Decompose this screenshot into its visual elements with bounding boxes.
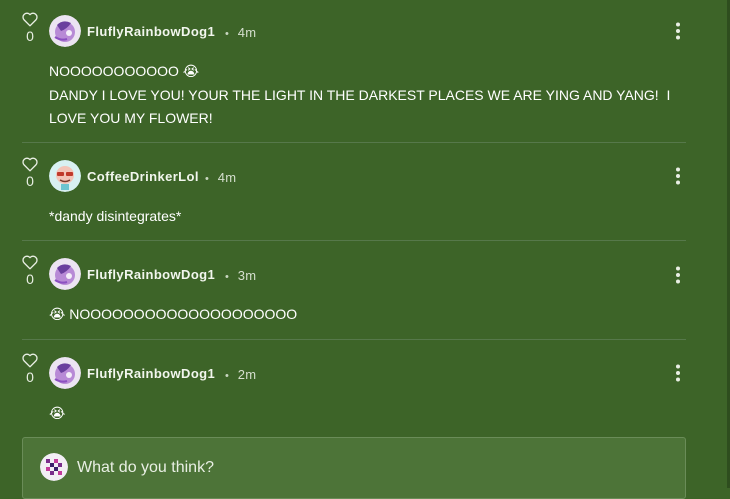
like-count: 0 bbox=[26, 28, 34, 44]
comment-input[interactable] bbox=[77, 459, 657, 477]
coffee-cup-avatar[interactable] bbox=[49, 160, 81, 192]
heart-icon[interactable] bbox=[22, 12, 38, 27]
username[interactable]: FluflyRainbowDog1 bbox=[87, 366, 215, 381]
like-control[interactable]: 0 bbox=[18, 157, 42, 189]
timestamp: • 4m bbox=[205, 169, 236, 187]
like-count: 0 bbox=[26, 173, 34, 189]
comment-body: *dandy disintegrates* bbox=[49, 208, 182, 224]
username[interactable]: FluflyRainbowDog1 bbox=[87, 24, 215, 39]
like-control[interactable]: 0 bbox=[18, 353, 42, 385]
divider bbox=[22, 240, 686, 241]
like-control[interactable]: 0 bbox=[18, 12, 42, 44]
time-ago: 4m bbox=[237, 25, 257, 40]
heart-icon[interactable] bbox=[22, 255, 38, 270]
heart-icon[interactable] bbox=[22, 353, 38, 368]
username[interactable]: CoffeeDrinkerLol bbox=[87, 169, 199, 184]
time-ago: 3m bbox=[237, 268, 257, 283]
unicorn-avatar[interactable] bbox=[49, 357, 81, 389]
timestamp: • 2m bbox=[225, 366, 256, 384]
more-vertical-icon[interactable] bbox=[672, 21, 684, 41]
separator: • bbox=[225, 271, 229, 283]
time-ago: 4m bbox=[217, 170, 237, 185]
heart-icon[interactable] bbox=[22, 157, 38, 172]
divider bbox=[22, 142, 686, 143]
unicorn-avatar[interactable] bbox=[49, 258, 81, 290]
separator: • bbox=[225, 370, 229, 382]
timestamp: • 4m bbox=[225, 24, 256, 42]
timestamp: • 3m bbox=[225, 267, 256, 285]
more-vertical-icon[interactable] bbox=[672, 166, 684, 186]
like-count: 0 bbox=[26, 369, 34, 385]
time-ago: 2m bbox=[237, 367, 257, 382]
separator: • bbox=[205, 173, 209, 185]
separator: • bbox=[225, 28, 229, 40]
username[interactable]: FluflyRainbowDog1 bbox=[87, 267, 215, 282]
more-vertical-icon[interactable] bbox=[672, 363, 684, 383]
like-count: 0 bbox=[26, 271, 34, 287]
unicorn-avatar[interactable] bbox=[49, 15, 81, 47]
comment-body: 😭 bbox=[49, 405, 66, 421]
comment-body: NOOOOOOOOOOO 😭 DANDY I LOVE YOU! YOUR TH… bbox=[49, 63, 671, 126]
pixel-avatar bbox=[40, 453, 68, 481]
more-vertical-icon[interactable] bbox=[672, 265, 684, 285]
comment-body: 😭 NOOOOOOOOOOOOOOOOOOOO bbox=[49, 306, 298, 322]
comment-composer[interactable] bbox=[22, 437, 686, 499]
divider bbox=[22, 339, 686, 340]
like-control[interactable]: 0 bbox=[18, 255, 42, 287]
